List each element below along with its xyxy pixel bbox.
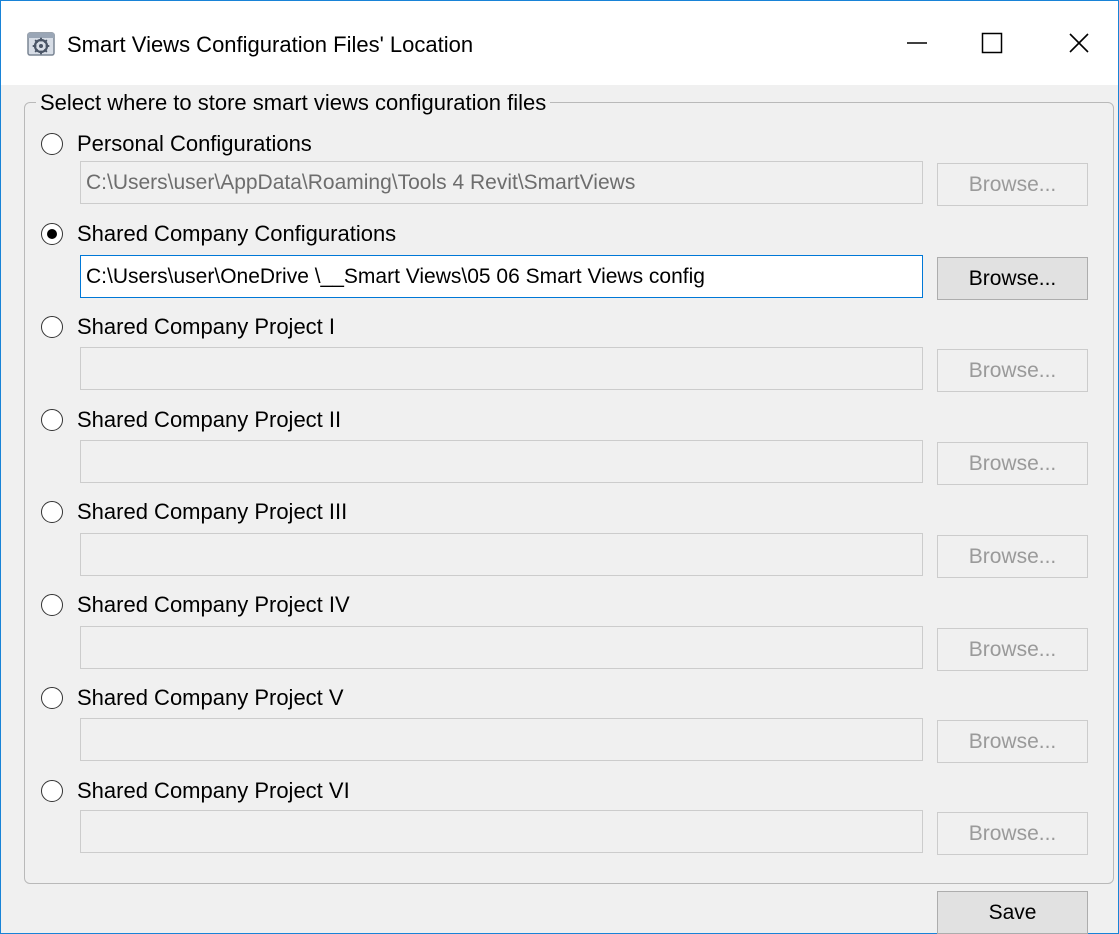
shared-company-project-1-browse-button[interactable]: Browse... — [937, 349, 1088, 392]
group-legend: Select where to store smart views config… — [36, 90, 551, 116]
personal-configurations-browse-button[interactable]: Browse... — [937, 163, 1088, 206]
radio-label: Shared Company Project II — [77, 407, 342, 432]
radio-button[interactable] — [41, 133, 63, 155]
shared-company-project-3-browse-button[interactable]: Browse... — [937, 535, 1088, 578]
close-button[interactable] — [1057, 19, 1101, 67]
radio-button-checked[interactable] — [41, 223, 63, 245]
personal-configurations-path-field: C:\Users\user\AppData\Roaming\Tools 4 Re… — [80, 161, 923, 204]
save-button[interactable]: Save — [937, 891, 1088, 934]
radio-button[interactable] — [41, 780, 63, 802]
shared-company-project-4-path-field — [80, 626, 923, 669]
shared-company-configurations-path-input[interactable]: C:\Users\user\OneDrive \__Smart Views\05… — [80, 255, 923, 298]
shared-company-project-6-browse-button[interactable]: Browse... — [937, 812, 1088, 855]
minimize-button[interactable] — [895, 19, 939, 67]
radio-label: Shared Company Project III — [77, 499, 348, 524]
radio-personal-configurations[interactable]: Personal Configurations — [41, 129, 312, 159]
shared-company-project-2-browse-button[interactable]: Browse... — [937, 442, 1088, 485]
shared-company-project-1-path-field — [80, 347, 923, 390]
shared-company-project-6-path-field — [80, 810, 923, 853]
radio-button[interactable] — [41, 687, 63, 709]
maximize-button[interactable] — [970, 19, 1014, 67]
radio-label: Personal Configurations — [77, 131, 312, 156]
radio-label: Shared Company Configurations — [77, 221, 397, 246]
shared-company-project-3-path-field — [80, 533, 923, 576]
shared-company-project-4-browse-button[interactable]: Browse... — [937, 628, 1088, 671]
close-icon — [1069, 33, 1089, 53]
title-bar: Smart Views Configuration Files' Locatio… — [1, 1, 1118, 85]
radio-shared-company-project-6[interactable]: Shared Company Project VI — [41, 776, 350, 806]
radio-button[interactable] — [41, 594, 63, 616]
radio-shared-company-configurations[interactable]: Shared Company Configurations — [41, 219, 396, 249]
radio-button[interactable] — [41, 409, 63, 431]
radio-shared-company-project-2[interactable]: Shared Company Project II — [41, 405, 341, 435]
dialog-window: Smart Views Configuration Files' Locatio… — [0, 0, 1119, 934]
radio-label: Shared Company Project V — [77, 685, 344, 710]
radio-label: Shared Company Project I — [77, 314, 336, 339]
minimize-icon — [907, 42, 927, 44]
radio-label: Shared Company Project IV — [77, 592, 350, 617]
radio-button[interactable] — [41, 501, 63, 523]
radio-shared-company-project-1[interactable]: Shared Company Project I — [41, 312, 335, 342]
radio-shared-company-project-5[interactable]: Shared Company Project V — [41, 683, 344, 713]
radio-label: Shared Company Project VI — [77, 778, 350, 803]
shared-company-configurations-browse-button[interactable]: Browse... — [937, 257, 1088, 300]
radio-button[interactable] — [41, 316, 63, 338]
shared-company-project-5-path-field — [80, 718, 923, 761]
window-title: Smart Views Configuration Files' Locatio… — [67, 32, 474, 57]
shared-company-project-2-path-field — [80, 440, 923, 483]
shared-company-project-5-browse-button[interactable]: Browse... — [937, 720, 1088, 763]
radio-shared-company-project-4[interactable]: Shared Company Project IV — [41, 590, 350, 620]
radio-shared-company-project-3[interactable]: Shared Company Project III — [41, 497, 347, 527]
gear-icon — [27, 30, 55, 58]
maximize-icon — [981, 32, 1003, 54]
